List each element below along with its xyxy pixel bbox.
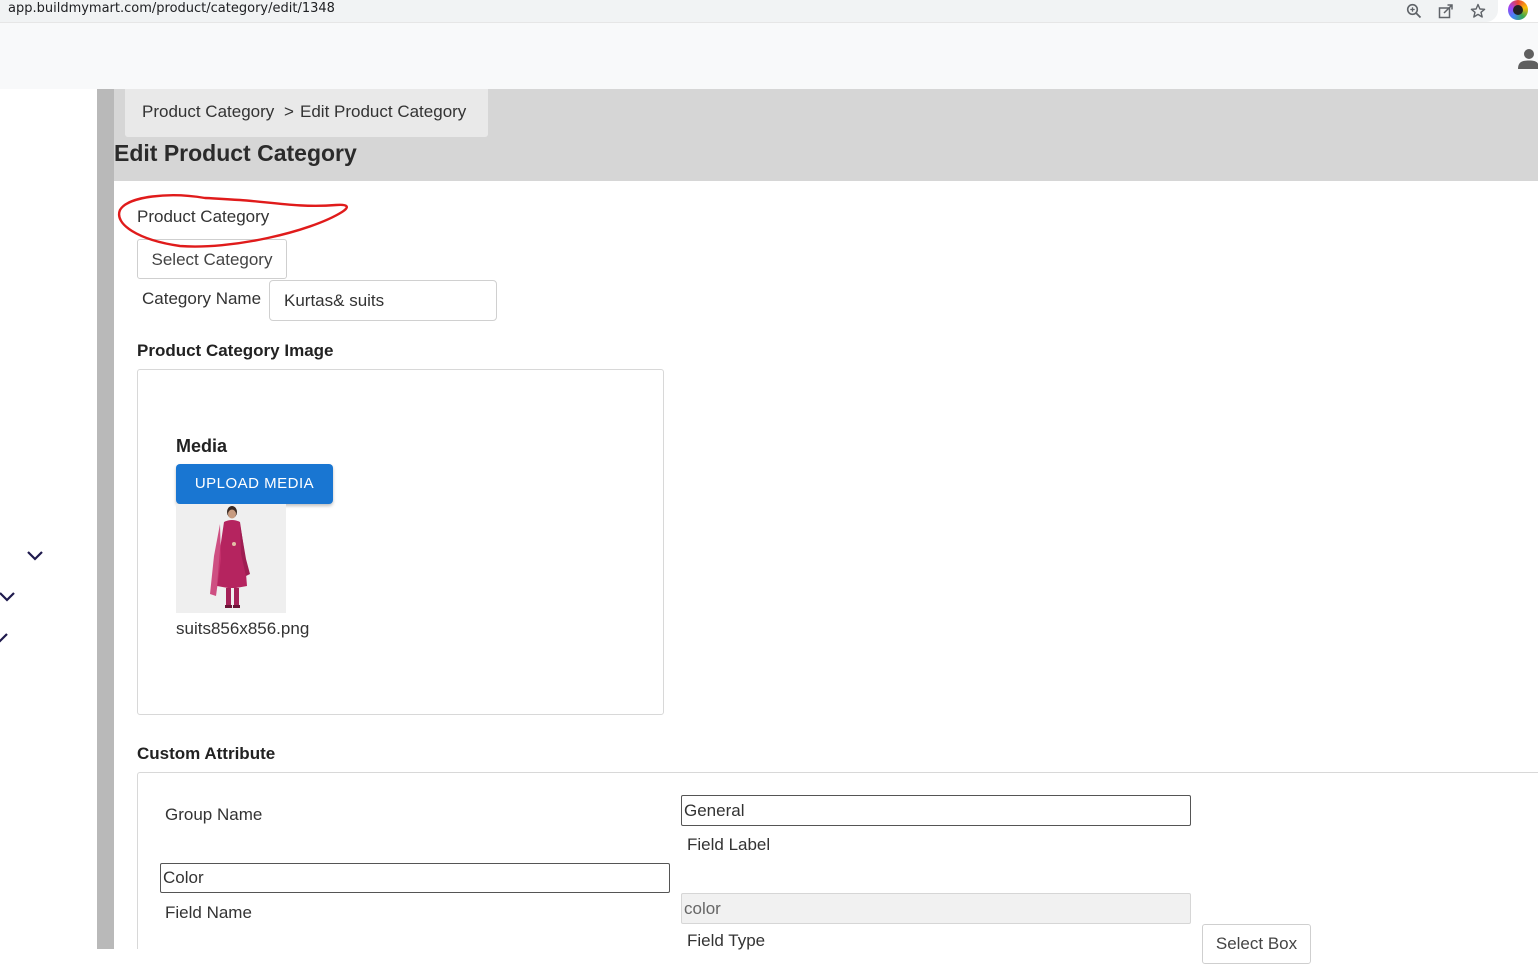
address-bar[interactable]: app.buildmymart.com/product/category/edi… [0,0,1498,22]
app-header [0,22,1538,90]
field-type-select[interactable]: Select Box [1202,924,1311,964]
group-name-input[interactable] [681,795,1191,826]
custom-attribute-title: Custom Attribute [137,744,276,763]
product-category-image-title: Product Category Image [137,341,334,360]
chevron-down-icon[interactable] [0,632,9,644]
field-label-label: Field Label [687,835,771,854]
product-category-label: Product Category [137,207,270,226]
field-name-input[interactable] [681,893,1191,924]
upload-media-button[interactable]: UPLOAD MEDIA [176,464,333,504]
breadcrumb-separator: > [284,102,294,121]
field-label-input[interactable] [160,863,670,893]
field-name-label: Field Name [165,903,252,922]
category-name-label: Category Name [142,289,262,308]
breadcrumb-item-edit-product-category: Edit Product Category [300,102,467,121]
group-name-label: Group Name [165,805,263,824]
category-name-input[interactable] [269,280,497,321]
field-type-label: Field Type [687,931,766,950]
media-title: Media [176,436,228,456]
image-filename: suits856x856.png [176,619,310,638]
address-bar-url[interactable]: app.buildmymart.com/product/category/edi… [8,1,335,16]
extension-icon[interactable] [1508,0,1528,20]
breadcrumb-item-product-category[interactable]: Product Category [142,102,274,122]
kurta-model-image [176,504,286,613]
sidebar-divider [97,89,114,949]
user-icon[interactable] [1517,48,1538,70]
select-category-button[interactable]: Select Category [137,239,287,279]
share-icon[interactable] [1436,1,1456,21]
page-title: Edit Product Category [114,140,357,166]
breadcrumb: Product Category > Edit Product Category [125,89,488,137]
sidebar [0,89,97,949]
chevron-down-icon[interactable] [0,591,16,603]
category-image-thumbnail[interactable] [176,504,286,613]
zoom-icon[interactable] [1404,1,1424,21]
chevron-down-icon[interactable] [26,550,44,562]
bookmark-star-icon[interactable] [1468,1,1488,21]
